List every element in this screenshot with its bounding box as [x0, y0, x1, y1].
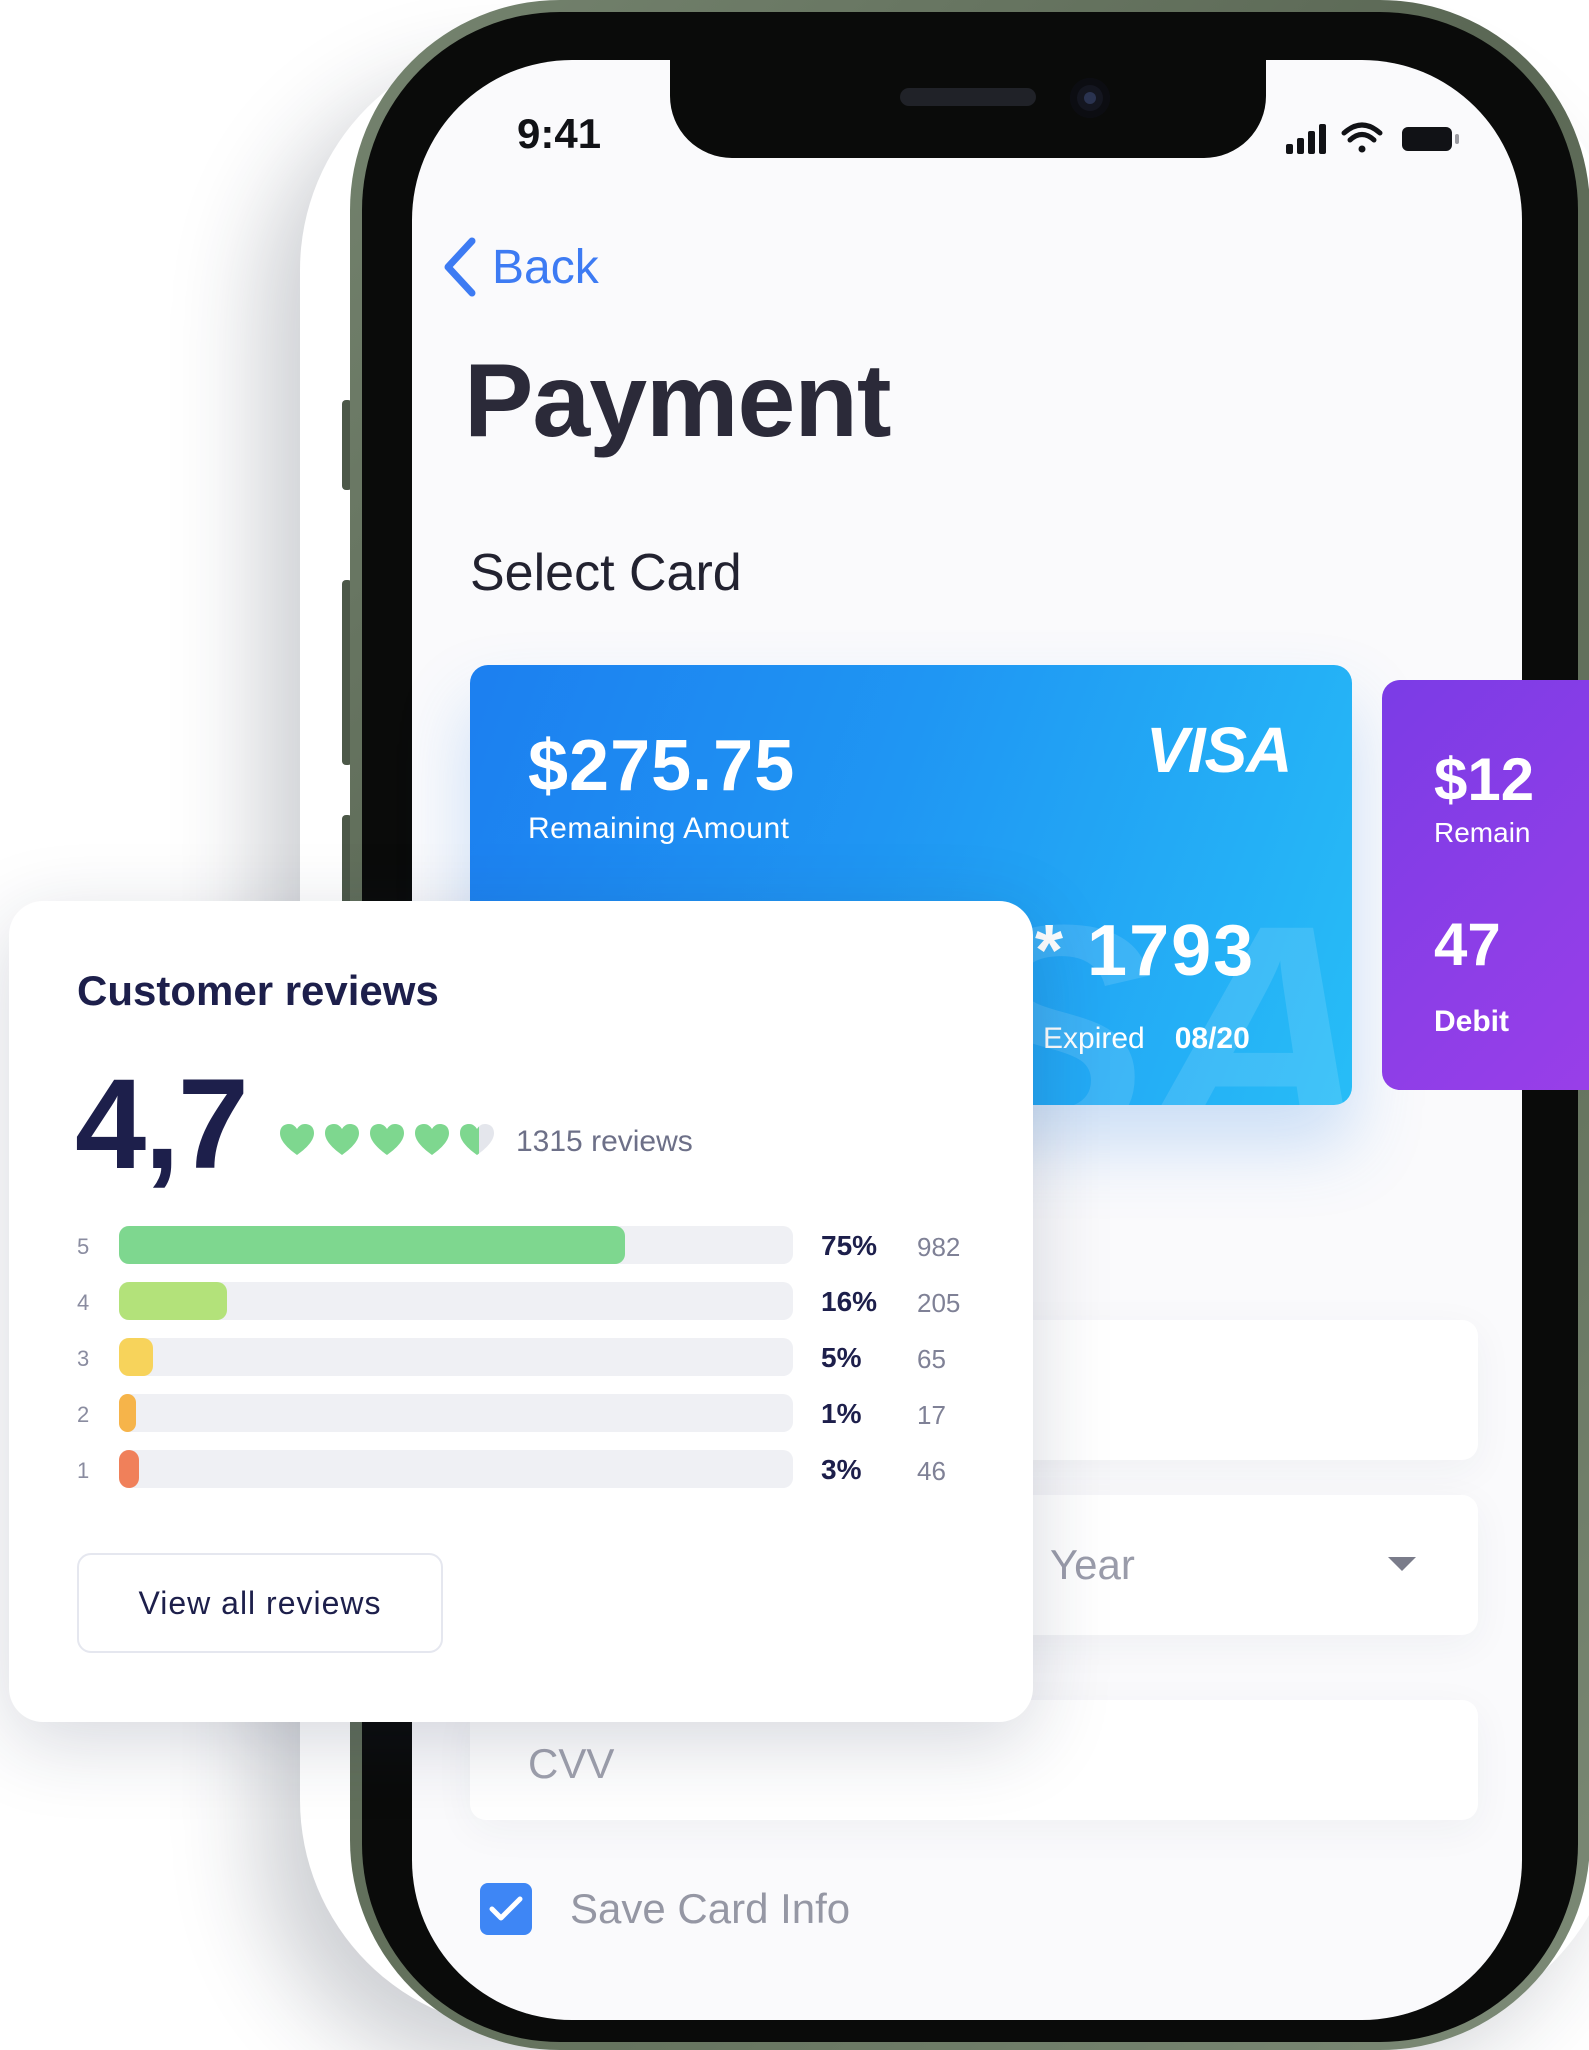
half-heart-icon	[460, 1124, 494, 1155]
view-all-reviews-button[interactable]: View all reviews	[77, 1553, 443, 1653]
bar-star-label: 3	[77, 1346, 90, 1371]
heart-icon	[415, 1124, 449, 1155]
bar-count: 982	[917, 1232, 961, 1262]
page-title: Payment	[464, 343, 892, 459]
select-card-label: Select Card	[470, 544, 742, 602]
bar-count: 17	[917, 1400, 946, 1430]
bar-star-label: 2	[77, 1402, 90, 1427]
caret-down-icon	[1388, 1557, 1416, 1571]
card-amount-label: Remaining Amount	[528, 812, 790, 845]
card2-amount: $12	[1434, 746, 1535, 813]
reviews-title: Customer reviews	[77, 967, 439, 1014]
customer-reviews-panel: Customer reviews 4,7 1315 reviews 5 75% …	[9, 901, 1033, 1722]
card-amount: $275.75	[528, 726, 796, 806]
cvv-placeholder: CVV	[528, 1740, 615, 1787]
heart-icon	[325, 1124, 359, 1155]
card-number: * 1793	[1035, 911, 1256, 991]
front-camera	[1070, 78, 1110, 118]
bar-fill	[119, 1226, 625, 1264]
debit-card[interactable]: $12 Remain 47 Debit	[1382, 680, 1589, 1090]
bar-count: 205	[917, 1288, 961, 1318]
bar-fill	[119, 1338, 153, 1376]
bar-star-label: 5	[77, 1234, 90, 1259]
bar-track	[119, 1282, 793, 1320]
save-card-checkbox[interactable]	[480, 1883, 532, 1935]
card2-type: Debit	[1434, 1005, 1509, 1038]
bar-track	[119, 1226, 793, 1264]
status-icons	[1280, 120, 1480, 165]
bar-star-label: 4	[77, 1290, 90, 1315]
bar-percent: 1%	[821, 1398, 862, 1429]
bar-track	[119, 1338, 793, 1376]
heart-icon	[370, 1124, 404, 1155]
bar-count: 46	[917, 1456, 946, 1486]
checkmark-icon	[489, 1896, 523, 1921]
wifi-icon	[1341, 122, 1383, 153]
card-expiry-value: 08/20	[1174, 1022, 1250, 1055]
bar-track	[119, 1450, 793, 1488]
bar-percent: 75%	[821, 1230, 878, 1261]
bar-percent: 5%	[821, 1342, 862, 1373]
bar-track	[119, 1394, 793, 1432]
bar-fill	[119, 1394, 136, 1432]
status-time: 9:41	[517, 110, 602, 157]
card-expiry: Expired 08/20	[1043, 1022, 1250, 1056]
save-card-label: Save Card Info	[570, 1885, 851, 1932]
earpiece-speaker	[900, 88, 1036, 106]
cellular-signal-icon	[1286, 124, 1326, 154]
card2-number: 47	[1434, 911, 1501, 978]
bar-percent: 16%	[821, 1286, 878, 1317]
phone-notch	[670, 60, 1266, 158]
back-button[interactable]: Back	[440, 235, 599, 299]
average-rating: 4,7	[75, 1053, 249, 1196]
bar-fill	[119, 1282, 227, 1320]
reviews-count: 1315 reviews	[516, 1125, 693, 1158]
chevron-left-icon	[444, 237, 476, 297]
bar-percent: 3%	[821, 1454, 862, 1485]
heart-icon	[280, 1124, 314, 1155]
card-expiry-label: Expired	[1043, 1022, 1145, 1055]
card2-amount-label: Remain	[1434, 817, 1531, 848]
bar-fill	[119, 1450, 140, 1488]
card-brand-logo: VISA	[1146, 714, 1292, 786]
bar-count: 65	[917, 1344, 946, 1374]
rating-hearts	[279, 1123, 495, 1157]
year-placeholder: Year	[1050, 1541, 1135, 1588]
bar-star-label: 1	[77, 1458, 90, 1483]
save-card-checkbox-row[interactable]: Save Card Info	[480, 1883, 850, 1935]
back-label: Back	[492, 240, 599, 294]
battery-icon	[1402, 127, 1459, 151]
